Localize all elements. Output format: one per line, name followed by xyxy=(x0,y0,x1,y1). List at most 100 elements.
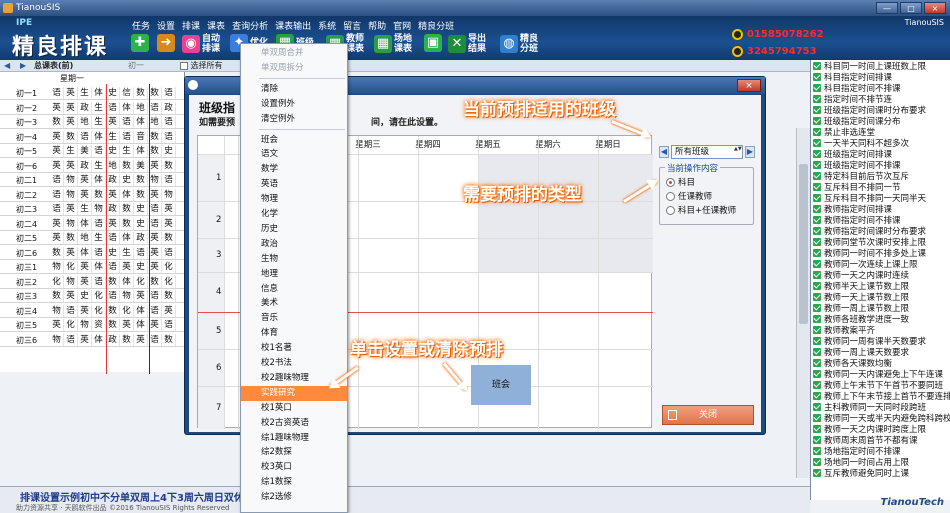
schedule-cell[interactable]: 语 xyxy=(106,232,120,244)
context-menu-item[interactable]: 综1数探 xyxy=(241,475,347,490)
menu-item-8[interactable]: 帮助 xyxy=(368,19,386,32)
schedule-cell[interactable]: 数 xyxy=(148,145,162,157)
schedule-cell[interactable]: 语 xyxy=(120,116,134,128)
schedule-cell[interactable]: 数 xyxy=(64,130,78,143)
schedule-cell[interactable]: 语 xyxy=(148,101,162,114)
schedule-cell[interactable]: 生 xyxy=(106,130,120,143)
schedule-cell[interactable]: 英 xyxy=(64,246,78,259)
menu-item-9[interactable]: 官网 xyxy=(393,19,411,32)
schedule-cell[interactable]: 英 xyxy=(78,174,92,186)
rule-item[interactable]: 科目指定时间排课 xyxy=(811,71,950,82)
schedule-cell[interactable]: 数 xyxy=(50,246,64,259)
context-menu-item[interactable]: 清除 xyxy=(241,82,347,97)
schedule-cell[interactable]: 语 xyxy=(106,101,120,114)
schedule-cell[interactable]: 物 xyxy=(162,188,176,201)
schedule-cell[interactable]: 英 xyxy=(148,261,162,273)
schedule-cell[interactable]: 数 xyxy=(134,174,148,186)
rule-item[interactable]: 班级指定时间排课 xyxy=(811,148,950,159)
schedule-cell[interactable]: 语 xyxy=(162,319,176,331)
rule-item[interactable]: 班级指定时间不排课 xyxy=(811,159,950,170)
rule-item[interactable]: 场地同一时间占用上限 xyxy=(811,456,950,467)
schedule-cell[interactable]: 美 xyxy=(78,145,92,157)
schedule-cell[interactable]: 英 xyxy=(162,217,176,230)
schedule-cell[interactable]: 地 xyxy=(148,116,162,128)
context-menu-item[interactable]: 地理 xyxy=(241,267,347,282)
context-menu-item[interactable]: 设置例外 xyxy=(241,97,347,112)
schedule-cell[interactable]: 体 xyxy=(92,87,106,99)
schedule-row[interactable]: 初一3 数英地生英语体地语 xyxy=(0,115,185,129)
rule-item[interactable]: 一天半天同科不超多次 xyxy=(811,137,950,148)
schedule-cell[interactable]: 美 xyxy=(134,159,148,172)
close-window-button[interactable]: × xyxy=(924,2,946,14)
dialog-close-x[interactable]: × xyxy=(737,79,761,92)
schedule-cell[interactable]: 英 xyxy=(120,261,134,273)
schedule-cell[interactable]: 语 xyxy=(64,333,78,346)
tab-total-schedule[interactable]: 总课表(前) xyxy=(34,60,73,72)
schedule-cell[interactable]: 物 xyxy=(50,261,64,273)
rule-item[interactable]: 教师指定时间不排课 xyxy=(811,214,950,225)
schedule-cell[interactable]: 生 xyxy=(92,159,106,172)
toolbar-button-2[interactable]: ◉ 自动 排课 xyxy=(182,34,220,54)
schedule-cell[interactable]: 英 xyxy=(78,188,92,201)
rule-item[interactable]: 互斥科目不排同一节 xyxy=(811,181,950,192)
context-menu-item[interactable]: 数学 xyxy=(241,162,347,177)
context-menu-item[interactable]: 综2数探 xyxy=(241,445,347,460)
rule-item[interactable]: 教师各天课数均衡 xyxy=(811,357,950,368)
context-menu-item[interactable]: 综2选修 xyxy=(241,490,347,505)
schedule-cell[interactable]: 体 xyxy=(120,232,134,244)
schedule-cell[interactable]: 体 xyxy=(134,304,148,317)
schedule-cell[interactable]: 语 xyxy=(92,217,106,230)
schedule-cell[interactable]: 生 xyxy=(120,246,134,259)
rule-item[interactable]: 教师教案平齐 xyxy=(811,324,950,335)
rule-item[interactable]: 教师同一周有课半天数要求 xyxy=(811,335,950,346)
schedule-cell[interactable]: 化 xyxy=(134,275,148,288)
menu-item-5[interactable]: 课表输出 xyxy=(275,19,311,32)
schedule-cell[interactable]: 物 xyxy=(148,174,162,186)
schedule-cell[interactable]: 数 xyxy=(106,319,120,331)
rule-item[interactable]: 教师同一时间不排多处上课 xyxy=(811,247,950,258)
menu-item-4[interactable]: 查询分析 xyxy=(232,19,268,32)
rule-item[interactable]: 互斥教师避免同时上课 xyxy=(811,467,950,478)
schedule-cell[interactable]: 英 xyxy=(148,159,162,172)
schedule-cell[interactable]: 生 xyxy=(92,101,106,114)
schedule-cell[interactable]: 语 xyxy=(148,304,162,317)
schedule-cell[interactable]: 英 xyxy=(50,145,64,157)
schedule-row[interactable]: 初二6 数英体语史生语英语 xyxy=(0,246,185,260)
schedule-cell[interactable]: 史 xyxy=(106,87,120,99)
schedule-cell[interactable]: 英 xyxy=(106,217,120,230)
schedule-cell[interactable]: 数 xyxy=(148,87,162,99)
rule-item[interactable]: 指定时间不排节连 xyxy=(811,93,950,104)
prev-class-button[interactable]: ◀ xyxy=(659,146,669,158)
schedule-cell[interactable]: 英 xyxy=(50,217,64,230)
schedule-cell[interactable]: 语 xyxy=(162,246,176,259)
schedule-cell[interactable]: 化 xyxy=(162,261,176,273)
schedule-cell[interactable]: 史 xyxy=(78,290,92,302)
schedule-cell[interactable]: 体 xyxy=(78,217,92,230)
context-menu-item[interactable]: 信息 xyxy=(241,282,347,297)
schedule-cell[interactable]: 英 xyxy=(64,159,78,172)
schedule-row[interactable]: 初三2 化物英语数体化数化 xyxy=(0,275,185,289)
schedule-cell[interactable]: 英 xyxy=(148,232,162,244)
schedule-cell[interactable]: 信 xyxy=(120,87,134,99)
schedule-cell[interactable]: 数 xyxy=(50,290,64,302)
schedule-row[interactable]: 初一2 英英政生语体地语政 xyxy=(0,101,185,115)
schedule-cell[interactable]: 英 xyxy=(50,232,64,244)
schedule-cell[interactable]: 语 xyxy=(106,290,120,302)
context-menu-item[interactable]: 校2书法 xyxy=(241,356,347,371)
schedule-cell[interactable]: 英 xyxy=(134,333,148,346)
schedule-cell[interactable]: 史 xyxy=(134,217,148,230)
rule-item[interactable]: 班级指定时间课时分布要求 xyxy=(811,104,950,115)
schedule-cell[interactable]: 资 xyxy=(92,319,106,331)
schedule-cell[interactable]: 数 xyxy=(120,333,134,346)
schedule-cell[interactable]: 史 xyxy=(106,246,120,259)
schedule-row[interactable]: 初三3 数英史化语物英语数 xyxy=(0,289,185,303)
context-menu-item[interactable]: 体育 xyxy=(241,326,347,341)
toolbar-button-1[interactable]: ➜ xyxy=(157,34,177,52)
toolbar-button-7[interactable]: ▣ xyxy=(424,34,444,52)
context-menu-item[interactable]: 校2古资英语 xyxy=(241,416,347,431)
radio-icon[interactable] xyxy=(666,205,675,215)
context-menu-item[interactable]: 物理 xyxy=(241,192,347,207)
schedule-cell[interactable]: 数 xyxy=(162,290,176,302)
schedule-cell[interactable]: 化 xyxy=(162,275,176,288)
rule-item[interactable]: 教师上下午末节接上首节不要连排 xyxy=(811,390,950,401)
